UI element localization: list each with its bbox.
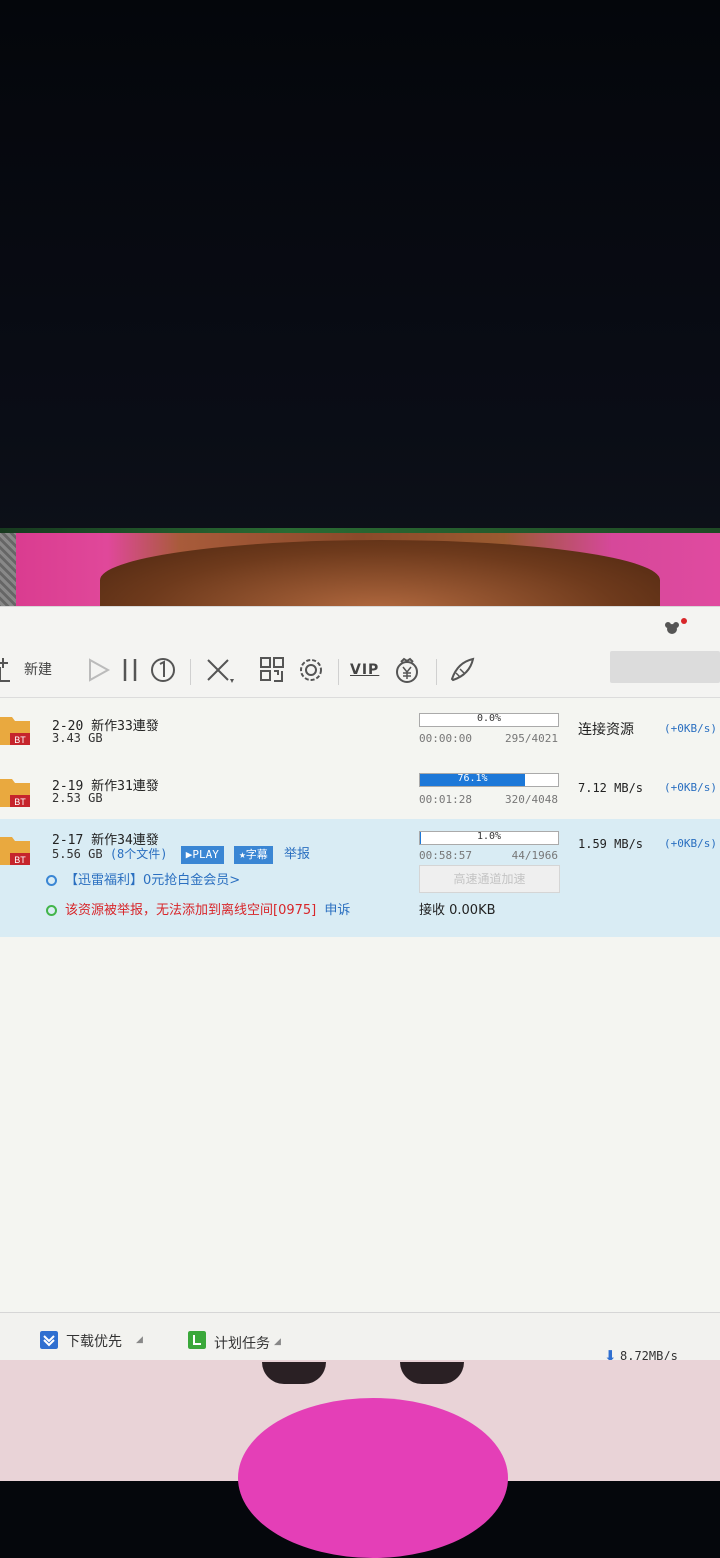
promo-line[interactable]: 【迅雷福利】0元抢白金会员> — [46, 869, 240, 888]
settings-icon[interactable] — [296, 655, 326, 685]
bullet-icon — [46, 905, 57, 916]
toolbar-divider — [436, 659, 437, 685]
qr-code-icon[interactable] — [258, 655, 288, 685]
remaining-time: 00:00:00 — [419, 732, 472, 745]
task-size: 3.43 GB — [52, 731, 103, 745]
chevron-down-icon[interactable]: ◢ — [136, 1335, 143, 1345]
svg-text:BT: BT — [14, 735, 26, 745]
receive-status: 接收 0.00KB — [419, 903, 496, 918]
monitor-bezel — [0, 0, 720, 533]
download-priority-menu[interactable]: 下载优先 — [66, 1331, 122, 1351]
remaining-time: 00:01:28 — [419, 793, 472, 806]
promo-link[interactable]: 【迅雷福利】0元抢白金会员> — [65, 873, 240, 888]
bt-folder-icon: BT — [0, 717, 30, 745]
skin-icon[interactable] — [664, 617, 688, 637]
task-size: 2.53 GB — [52, 791, 103, 805]
new-task-icon[interactable] — [0, 655, 26, 685]
progress-percent: 0.0% — [476, 713, 502, 724]
download-manager-window: 新建 VIP BT 2-20 新作33連發 3.43 GB 0.0% 00:00… — [0, 606, 720, 1377]
download-speed: 1.59 MB/s — [578, 837, 644, 851]
extra-speed: (+0KB/s) — [664, 722, 717, 735]
bt-folder-icon: BT — [0, 837, 30, 865]
limit-speed-icon[interactable] — [148, 655, 178, 685]
progress-bar: 0.0% — [419, 713, 559, 727]
progress-percent: 1.0% — [476, 831, 502, 842]
warning-line: 该资源被举报，无法添加到离线空间[0975] 申诉 — [46, 899, 350, 918]
extra-speed: (+0KB/s) — [664, 781, 717, 794]
pause-icon[interactable] — [116, 655, 146, 685]
bt-folder-icon: BT — [0, 779, 30, 807]
toolbar-divider — [190, 659, 191, 685]
vip-button[interactable]: VIP — [350, 655, 379, 685]
start-icon[interactable] — [84, 655, 114, 685]
file-count-link[interactable]: (8个文件) — [110, 847, 168, 861]
task-status: 连接资源 — [578, 722, 634, 738]
window-edge-pattern — [0, 533, 16, 613]
rocket-icon[interactable] — [446, 655, 476, 685]
schedule-icon — [188, 1331, 206, 1349]
remaining-time: 00:58:57 — [419, 849, 472, 862]
extra-speed: (+0KB/s) — [664, 837, 717, 850]
connection-count: 44/1966 — [511, 849, 558, 862]
svg-text:BT: BT — [14, 797, 26, 807]
new-task-button[interactable]: 新建 — [24, 655, 52, 685]
connection-count: 295/4021 — [505, 732, 558, 745]
appeal-link[interactable]: 申诉 — [324, 903, 350, 918]
toolbar: 新建 VIP — [0, 607, 720, 698]
svg-text:BT: BT — [14, 855, 26, 865]
download-speed: 7.12 MB/s — [578, 781, 644, 795]
report-link[interactable]: 举报 — [284, 847, 310, 862]
warning-text: 该资源被举报，无法添加到离线空间[0975] — [65, 903, 317, 918]
task-row[interactable]: BT 2-20 新作33連發 3.43 GB 0.0% 00:00:00 295… — [0, 697, 720, 757]
schedule-task-menu[interactable]: 计划任务 — [214, 1333, 270, 1353]
accelerate-button[interactable]: 高速通道加速 — [419, 865, 560, 893]
wallpaper-shape — [238, 1398, 508, 1558]
task-size-line: 5.56 GB (8个文件) ▶PLAY ★字幕 举报 — [52, 843, 310, 864]
delete-icon[interactable] — [204, 655, 234, 685]
progress-bar: 76.1% — [419, 773, 559, 787]
task-row[interactable]: BT 2-19 新作31連發 2.53 GB 76.1% 00:01:28 32… — [0, 759, 720, 819]
task-size: 5.56 GB — [52, 847, 103, 861]
progress-percent: 76.1% — [457, 773, 488, 784]
priority-icon — [40, 1331, 58, 1349]
task-row-selected[interactable]: BT 2-17 新作34連發 5.56 GB (8个文件) ▶PLAY ★字幕 … — [0, 819, 720, 937]
chevron-down-icon[interactable]: ◢ — [274, 1337, 281, 1347]
bullet-icon — [46, 875, 57, 886]
subtitle-badge[interactable]: ★字幕 — [234, 845, 273, 864]
money-bag-icon[interactable] — [392, 655, 422, 685]
toolbar-divider — [338, 659, 339, 685]
search-box[interactable] — [610, 651, 720, 683]
progress-bar: 1.0% — [419, 831, 559, 845]
play-badge[interactable]: ▶PLAY — [180, 845, 224, 864]
connection-count: 320/4048 — [505, 793, 558, 806]
